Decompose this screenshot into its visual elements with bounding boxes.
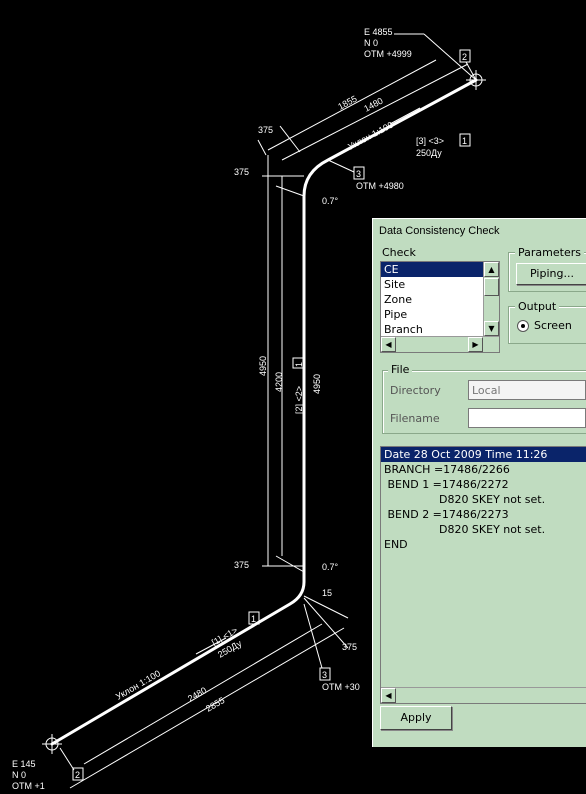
check-vertical-scrollbar[interactable]: ▲ ▼ [483, 262, 499, 336]
dialog-title: Data Consistency Check [379, 225, 500, 237]
dim-375-c: 375 [234, 560, 249, 570]
filename-label: Filename [390, 412, 440, 425]
check-listbox[interactable]: CE Site Zone Pipe Branch ▲ ▼ ◀ ▶ [380, 261, 500, 353]
bottom-coord-n: N 0 [12, 770, 26, 780]
file-label: File [388, 363, 413, 376]
otm-lower-bend: OTM +30 [322, 682, 360, 692]
screen-radio[interactable] [517, 320, 529, 332]
tag-box-3-bottom: 3 [319, 667, 331, 681]
top-coord-otm: OTM +4999 [364, 49, 412, 59]
svg-text:2: 2 [462, 52, 467, 62]
scroll-up-icon[interactable]: ▲ [484, 262, 499, 277]
segment-top: [3] <3> [416, 136, 444, 146]
scroll-thumb[interactable] [484, 278, 499, 296]
svg-text:3: 3 [356, 169, 361, 179]
report-output[interactable]: Date 28 Oct 2009 Time 11:26 BRANCH =1748… [380, 446, 586, 704]
segment-bottom-box-label: 1 [251, 614, 256, 624]
segment-mid-box-label: 1 [294, 362, 304, 367]
report-line: BEND 1 =17486/2272 [384, 478, 509, 491]
bottom-coord-e: E 145 [12, 759, 36, 769]
scroll-left-icon[interactable]: ◀ [381, 337, 396, 352]
report-scroll-left-icon[interactable]: ◀ [381, 688, 396, 703]
check-item-branch[interactable]: Branch [381, 322, 499, 337]
segment-top-box-label: 1 [462, 136, 467, 146]
scroll-down-icon[interactable]: ▼ [484, 321, 499, 336]
tag-box-3-top: 3 [353, 166, 365, 180]
angle-lower: 0.7° [322, 562, 339, 572]
report-horizontal-scrollbar[interactable]: ◀ [381, 687, 586, 703]
slope-top: Уклон 1:100 [346, 120, 395, 152]
filename-field[interactable] [468, 408, 586, 428]
tag-box-2-bottom: 2 [72, 767, 84, 781]
directory-label: Directory [390, 384, 441, 397]
dim-2855: 2855 [204, 695, 226, 714]
report-line: END [384, 538, 408, 551]
dim-375-b: 375 [234, 167, 249, 177]
bottom-end-marker [42, 734, 62, 754]
angle-upper: 0.7° [322, 196, 339, 206]
scroll-right-icon[interactable]: ▶ [468, 337, 483, 352]
svg-text:2: 2 [75, 770, 80, 780]
tag-box-2-top: 2 [459, 49, 471, 63]
otm-upper-bend: OTM +4980 [356, 181, 404, 191]
dim-4950-a: 4950 [258, 356, 268, 376]
dim-375-a: 375 [258, 125, 273, 135]
bottom-coord-otm: OTM +1 [12, 781, 45, 791]
output-label: Output [515, 300, 560, 313]
dim-4200: 4200 [274, 372, 284, 392]
dim-4950-b: 4950 [312, 374, 322, 394]
report-line: BRANCH =17486/2266 [384, 463, 510, 476]
report-line: Date 28 Oct 2009 Time 11:26 [381, 447, 586, 462]
segment-mid: [2] <2> [294, 386, 304, 414]
check-item-pipe[interactable]: Pipe [381, 307, 499, 322]
svg-text:3: 3 [322, 670, 327, 680]
check-horizontal-scrollbar[interactable]: ◀ ▶ [381, 336, 499, 352]
dim-15: 15 [322, 588, 332, 598]
screen-radio-label: Screen [534, 319, 572, 332]
parameters-label: Parameters [515, 246, 584, 259]
check-item-ce[interactable]: CE [381, 262, 499, 277]
piping-button[interactable]: Piping... [516, 263, 586, 285]
apply-button[interactable]: Apply [380, 706, 452, 730]
dim-1855: 1855 [336, 94, 358, 112]
top-coord-e: E 4855 [364, 27, 393, 37]
report-line: D820 SKEY not set. [411, 493, 546, 506]
dn-top: 250Ду [416, 148, 442, 158]
check-item-site[interactable]: Site [381, 277, 499, 292]
check-label: Check [382, 246, 416, 259]
report-line: D820 SKEY not set. [411, 523, 546, 536]
check-item-zone[interactable]: Zone [381, 292, 499, 307]
top-coord-n: N 0 [364, 38, 378, 48]
dim-2480: 2480 [186, 685, 208, 704]
dim-375-d: 375 [342, 642, 357, 652]
report-line: BEND 2 =17486/2273 [384, 508, 509, 521]
directory-field[interactable]: Local [468, 380, 586, 400]
